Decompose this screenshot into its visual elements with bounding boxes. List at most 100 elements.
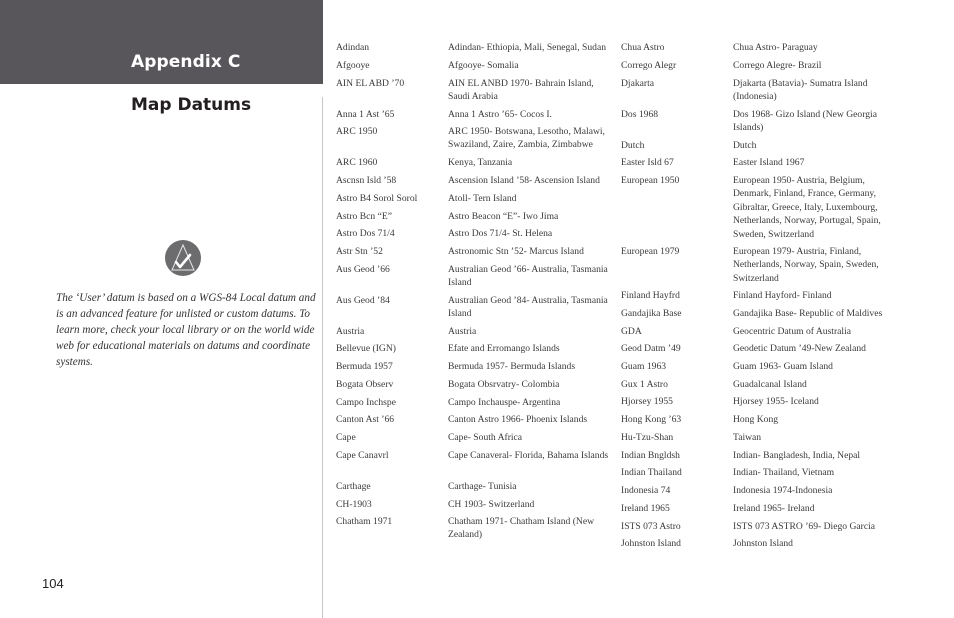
datum-description: Atoll- Tern Island bbox=[448, 193, 517, 204]
datum-description: Dos 1968- Gizo Island (New Georgia Islan… bbox=[733, 109, 877, 134]
datum-abbreviation: Johnston Island bbox=[621, 538, 681, 549]
datum-abbreviation: Bellevue (IGN) bbox=[336, 343, 396, 354]
datum-description: Kenya, Tanzania bbox=[448, 157, 513, 168]
datum-abbreviation: ARC 1960 bbox=[336, 157, 378, 168]
datum-abbreviation: Austria bbox=[336, 326, 365, 337]
datum-description: Austria bbox=[448, 326, 477, 337]
datum-abbreviation: Corrego Alegr bbox=[621, 60, 677, 71]
datum-abbreviation: European 1950 bbox=[621, 175, 680, 186]
datum-description: Campo Inchauspe- Argentina bbox=[448, 397, 561, 408]
datum-abbreviation: Chatham 1971 bbox=[336, 516, 393, 527]
datum-abbreviation: Hu-Tzu-Shan bbox=[621, 432, 674, 443]
datum-abbreviation: AIN EL ABD ’70 bbox=[336, 78, 405, 89]
datum-abbreviation: Dos 1968 bbox=[621, 109, 659, 120]
datum-description: Bermuda 1957- Bermuda Islands bbox=[448, 361, 576, 372]
datum-abbreviation: Anna 1 Ast ’65 bbox=[336, 109, 395, 120]
datum-abbreviation: Adindan bbox=[336, 42, 370, 53]
datum-abbreviation: GDA bbox=[621, 326, 642, 337]
datum-description: Australian Geod ’84- Australia, Tasmania… bbox=[448, 295, 608, 320]
datum-description: Djakarta (Batavia)- Sumatra Island (Indo… bbox=[733, 78, 868, 103]
datum-description: Astro Dos 71/4- St. Helena bbox=[448, 228, 553, 239]
datum-abbreviation: Ascnsn Isld ’58 bbox=[336, 175, 397, 186]
datum-description: Geodetic Datum ’49-New Zealand bbox=[733, 343, 866, 354]
datum-description: Astro Beacon “E”- Iwo Jima bbox=[448, 211, 559, 222]
datum-abbreviation: Aus Geod ’84 bbox=[336, 295, 390, 306]
datum-abbreviation: ISTS 073 Astro bbox=[621, 521, 681, 532]
datum-description: Australian Geod ’66- Australia, Tasmania… bbox=[448, 264, 608, 289]
datum-abbreviation: Djakarta bbox=[621, 78, 655, 89]
datum-description: Ascension Island ’58- Ascension Island bbox=[448, 175, 600, 186]
datum-abbreviation: Guam 1963 bbox=[621, 361, 667, 372]
datum-description: Geocentric Datum of Australia bbox=[733, 326, 852, 337]
datum-description: Chatham 1971- Chatham Island (New Zealan… bbox=[448, 516, 595, 541]
datum-description: Afgooye- Somalia bbox=[448, 60, 519, 71]
datum-abbreviation: ARC 1950 bbox=[336, 126, 378, 137]
datum-abbreviation: Indian Thailand bbox=[621, 467, 682, 478]
datum-description: Dutch bbox=[733, 140, 757, 151]
user-datum-note: The ‘User’ datum is based on a WGS-84 Lo… bbox=[56, 292, 316, 368]
datum-abbreviation: Carthage bbox=[336, 481, 371, 492]
datum-abbreviation: European 1979 bbox=[621, 246, 680, 257]
datum-description: Cape- South Africa bbox=[448, 432, 523, 443]
datum-description: Easter Island 1967 bbox=[733, 157, 805, 168]
datum-abbreviation: Astr Stn ’52 bbox=[336, 246, 383, 257]
datum-description: Chua Astro- Paraguay bbox=[733, 42, 818, 53]
datum-description: European 1950- Austria, Belgium, Denmark… bbox=[733, 175, 881, 240]
datum-abbreviation: Gux 1 Astro bbox=[621, 379, 668, 390]
datum-description: Hong Kong bbox=[733, 414, 779, 425]
column-divider bbox=[322, 97, 323, 618]
datum-abbreviation: Hong Kong ’63 bbox=[621, 414, 682, 425]
datum-abbreviation: Ireland 1965 bbox=[621, 503, 670, 514]
datum-description: Hjorsey 1955- Iceland bbox=[733, 396, 819, 407]
datum-abbreviation: Astro Bcn “E” bbox=[336, 211, 392, 222]
page-title: Map Datums bbox=[131, 95, 252, 115]
datum-description: Astronomic Stn ’52- Marcus Island bbox=[448, 246, 584, 257]
datum-description: Indonesia 1974-Indonesia bbox=[733, 485, 833, 496]
datum-description: European 1979- Austria, Finland, Netherl… bbox=[733, 246, 879, 284]
datum-description: ISTS 073 ASTRO ’69- Diego Garcia bbox=[733, 521, 876, 532]
datum-description: Indian- Thailand, Vietnam bbox=[733, 467, 835, 478]
datum-description: Gandajika Base- Republic of Maldives bbox=[733, 308, 883, 319]
datum-description: AIN EL ANBD 1970- Bahrain Island, Saudi … bbox=[448, 78, 594, 103]
page-number: 104 bbox=[42, 576, 64, 591]
datum-abbreviation: Easter Isld 67 bbox=[621, 157, 674, 168]
datum-abbreviation: Canton Ast ’66 bbox=[336, 414, 395, 425]
datum-description: Taiwan bbox=[733, 432, 762, 443]
datum-abbreviation: Campo Inchspe bbox=[336, 397, 396, 408]
datum-abbreviation: Indian Bngldsh bbox=[621, 450, 680, 461]
datum-abbreviation: Geod Datm ’49 bbox=[621, 343, 681, 354]
datum-description: ARC 1950- Botswana, Lesotho, Malawi, Swa… bbox=[448, 126, 605, 151]
checkmark-triangle-icon bbox=[165, 240, 201, 276]
datum-abbreviation: Astro Dos 71/4 bbox=[336, 228, 395, 239]
datum-description: Bogata Obsrvatry- Colombia bbox=[448, 379, 560, 390]
datum-abbreviation: Astro B4 Sorol Sorol bbox=[336, 193, 418, 204]
datum-abbreviation: Bogata Observ bbox=[336, 379, 394, 390]
datum-abbreviation: Bermuda 1957 bbox=[336, 361, 393, 372]
datum-description: Adindan- Ethiopia, Mali, Senegal, Sudan bbox=[448, 42, 607, 53]
datum-abbreviation: Indonesia 74 bbox=[621, 485, 671, 496]
datum-description: Johnston Island bbox=[733, 538, 793, 549]
datum-abbreviation: Gandajika Base bbox=[621, 308, 682, 319]
appendix-title: Appendix C bbox=[131, 52, 241, 72]
datum-abbreviation: Dutch bbox=[621, 140, 645, 151]
datum-abbreviation: Finland Hayfrd bbox=[621, 290, 680, 301]
datum-description: Guam 1963- Guam Island bbox=[733, 361, 833, 372]
datum-abbreviation: Cape bbox=[336, 432, 356, 443]
datum-abbreviation: Aus Geod ’66 bbox=[336, 264, 390, 275]
datum-abbreviation: Cape Canavrl bbox=[336, 450, 389, 461]
datum-abbreviation: Chua Astro bbox=[621, 42, 665, 53]
datum-abbreviation: CH-1903 bbox=[336, 499, 372, 510]
datum-description: Indian- Bangladesh, India, Nepal bbox=[733, 450, 861, 461]
datum-description: Finland Hayford- Finland bbox=[733, 290, 832, 301]
datum-description: Anna 1 Astro ’65- Cocos I. bbox=[448, 109, 552, 120]
datum-description: Ireland 1965- Ireland bbox=[733, 503, 815, 514]
datum-description: Corrego Alegre- Brazil bbox=[733, 60, 822, 71]
datum-abbreviation: Hjorsey 1955 bbox=[621, 396, 673, 407]
datum-description: CH 1903- Switzerland bbox=[448, 499, 535, 510]
datum-description: Cape Canaveral- Florida, Bahama Islands bbox=[448, 450, 609, 461]
datum-description: Carthage- Tunisia bbox=[448, 481, 517, 492]
datum-description: Canton Astro 1966- Phoenix Islands bbox=[448, 414, 588, 425]
datum-description: Efate and Erromango Islands bbox=[448, 343, 560, 354]
datum-abbreviation: Afgooye bbox=[336, 60, 370, 71]
datum-description: Guadalcanal Island bbox=[733, 379, 807, 390]
